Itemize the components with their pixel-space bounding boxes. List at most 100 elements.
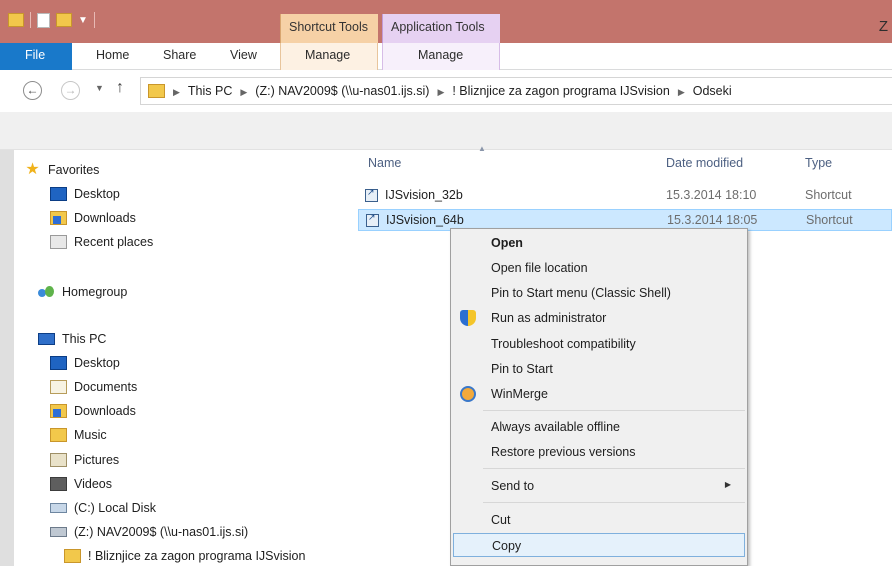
- nav-pc-videos[interactable]: Videos: [50, 477, 112, 491]
- nav-this-pc[interactable]: This PC: [38, 332, 106, 346]
- pictures-icon: [50, 453, 67, 467]
- nav-label: Documents: [74, 380, 138, 394]
- nav-label: Downloads: [74, 211, 136, 225]
- shortcut-icon: [366, 212, 379, 227]
- nav-label: Desktop: [74, 356, 120, 370]
- separator: [93, 12, 95, 28]
- tab-share[interactable]: Share: [163, 48, 196, 62]
- nav-local-disk-c[interactable]: (C:) Local Disk: [50, 501, 156, 515]
- breadcrumb-this-pc[interactable]: This PC: [188, 84, 232, 100]
- menu-item-copy[interactable]: Copy: [453, 533, 745, 557]
- menu-item-send-to[interactable]: Send to ▶: [453, 474, 745, 498]
- menu-item-pin-to-start-menu[interactable]: Pin to Start menu (Classic Shell): [453, 281, 745, 305]
- nav-homegroup[interactable]: Homegroup: [38, 285, 127, 299]
- desktop-icon: [50, 187, 67, 201]
- menu-item-open-file-location[interactable]: Open file location: [453, 256, 745, 280]
- nav-label: Favorites: [48, 163, 100, 177]
- menu-separator: [483, 410, 745, 411]
- menu-item-pin-to-start[interactable]: Pin to Start: [453, 357, 745, 381]
- breadcrumb-shortcuts-folder[interactable]: ! Bliznjice za zagon programa IJSvision: [452, 84, 669, 100]
- tab-application-manage[interactable]: Manage: [418, 48, 463, 62]
- menu-item-restore-previous-versions[interactable]: Restore previous versions: [453, 440, 745, 464]
- menu-label: Always available offline: [491, 420, 621, 434]
- properties-icon[interactable]: [37, 12, 50, 28]
- breadcrumb-odseki[interactable]: Odseki: [693, 84, 732, 100]
- tab-shortcut-manage[interactable]: Manage: [305, 48, 350, 62]
- menu-label: WinMerge: [491, 387, 548, 401]
- nav-label: (Z:) NAV2009$ (\\u-nas01.ijs.si): [74, 525, 249, 539]
- menu-item-always-available-offline[interactable]: Always available offline: [453, 415, 745, 439]
- separator: [30, 12, 31, 28]
- customize-dropdown-icon[interactable]: ▼: [78, 15, 88, 26]
- menu-item-open[interactable]: Open: [453, 231, 745, 255]
- menu-item-cut[interactable]: Cut: [453, 508, 745, 532]
- navigation-bar: ← → ▼ ↑ ▶ This PC ▶ (Z:) NAV2009$ (\\u-n…: [0, 70, 892, 112]
- address-bar[interactable]: ▶ This PC ▶ (Z:) NAV2009$ (\\u-nas01.ijs…: [140, 77, 892, 105]
- nav-pc-pictures[interactable]: Pictures: [50, 453, 119, 467]
- nav-label: Music: [74, 428, 107, 442]
- menu-separator: [483, 502, 745, 503]
- context-tab-application-tools: Application Tools: [382, 14, 500, 43]
- breadcrumb: ▶ This PC ▶ (Z:) NAV2009$ (\\u-nas01.ijs…: [173, 84, 732, 100]
- star-icon: ★: [25, 161, 40, 178]
- nav-label: Downloads: [74, 404, 136, 418]
- chevron-right-icon[interactable]: ▶: [678, 84, 685, 100]
- folder-icon: [148, 84, 165, 98]
- forward-arrow-icon[interactable]: →: [61, 81, 80, 100]
- nav-fav-downloads[interactable]: Downloads: [50, 211, 136, 225]
- tab-view[interactable]: View: [230, 48, 257, 62]
- column-header-name[interactable]: Name: [368, 156, 401, 170]
- nav-label: Homegroup: [62, 285, 128, 299]
- menu-label: Open file location: [491, 261, 588, 275]
- chevron-right-icon[interactable]: ▶: [240, 84, 247, 100]
- column-header-date-modified[interactable]: Date modified: [666, 156, 743, 170]
- menu-label: Run as administrator: [491, 311, 607, 325]
- file-type: Shortcut: [805, 188, 852, 202]
- menu-label: Send to: [491, 479, 535, 493]
- nav-shortcuts-folder[interactable]: ! Bliznjice za zagon programa IJSvision: [64, 549, 305, 563]
- computer-icon: [38, 333, 55, 345]
- chevron-right-icon[interactable]: ▶: [173, 84, 180, 100]
- menu-label: Restore previous versions: [491, 445, 636, 459]
- shortcut-icon: [365, 187, 378, 202]
- recent-locations-dropdown-icon[interactable]: ▼: [95, 83, 104, 93]
- menu-separator: [483, 468, 745, 469]
- nav-pc-downloads[interactable]: Downloads: [50, 404, 136, 418]
- tab-home[interactable]: Home: [96, 48, 129, 62]
- back-arrow-icon[interactable]: ←: [23, 81, 42, 100]
- window-border: [0, 150, 14, 566]
- network-drive-icon: [50, 527, 67, 537]
- nav-fav-recent-places[interactable]: Recent places: [50, 235, 153, 249]
- breadcrumb-network-drive[interactable]: (Z:) NAV2009$ (\\u-nas01.ijs.si): [255, 84, 429, 100]
- documents-icon: [50, 380, 67, 394]
- downloads-icon: [50, 404, 67, 418]
- menu-item-winmerge[interactable]: WinMerge: [453, 382, 745, 406]
- nav-pc-music[interactable]: Music: [50, 428, 107, 442]
- homegroup-icon: [38, 285, 55, 299]
- up-arrow-icon[interactable]: ↑: [116, 79, 124, 97]
- column-header-type[interactable]: Type: [805, 156, 832, 170]
- nav-pc-documents[interactable]: Documents: [50, 380, 137, 394]
- nav-favorites[interactable]: ★ Favorites: [24, 161, 100, 178]
- folder-icon[interactable]: [8, 13, 24, 27]
- nav-fav-desktop[interactable]: Desktop: [50, 187, 120, 201]
- local-disk-icon: [50, 503, 67, 513]
- menu-item-run-as-administrator[interactable]: Run as administrator: [453, 306, 745, 330]
- chevron-right-icon[interactable]: ▶: [437, 84, 444, 100]
- file-row-ijsvision-32b[interactable]: IJSvision_32b 15.3.2014 18:10 Shortcut: [358, 185, 892, 207]
- menu-label: Copy: [492, 539, 522, 553]
- nav-label: Videos: [74, 477, 112, 491]
- music-icon: [50, 428, 67, 442]
- menu-item-troubleshoot-compatibility[interactable]: Troubleshoot compatibility: [453, 332, 745, 356]
- new-folder-icon[interactable]: [56, 13, 72, 27]
- command-bar: [0, 112, 892, 150]
- menu-label: Pin to Start menu (Classic Shell): [491, 286, 671, 300]
- tab-file[interactable]: File: [0, 43, 72, 70]
- menu-label: Open: [491, 236, 523, 250]
- nav-pc-desktop[interactable]: Desktop: [50, 356, 120, 370]
- nav-label: (C:) Local Disk: [74, 501, 156, 515]
- file-name: IJSvision_64b: [386, 213, 464, 227]
- nav-network-drive-z[interactable]: (Z:) NAV2009$ (\\u-nas01.ijs.si): [50, 525, 248, 539]
- menu-label: Pin to Start: [491, 362, 553, 376]
- videos-icon: [50, 477, 67, 491]
